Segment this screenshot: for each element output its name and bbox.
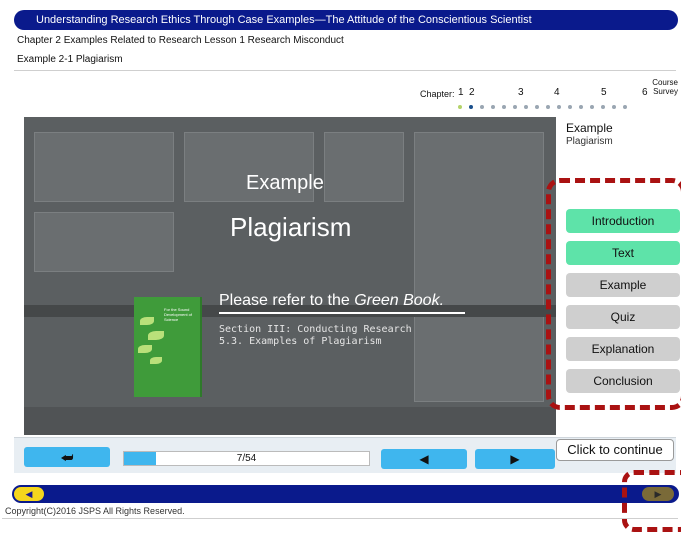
chapter-progress-dot (557, 105, 561, 109)
chapter-progress-dots (458, 105, 627, 109)
refer-text: Please refer to the Green Book. (219, 292, 465, 314)
chapter-progress-dot (491, 105, 495, 109)
chapter-link-6[interactable]: 6 (642, 87, 648, 98)
bg-cabinet (414, 132, 544, 402)
chapter-progress-dot (579, 105, 583, 109)
section-reference: Section III: Conducting Research 5.3. Ex… (219, 324, 412, 348)
click-to-continue-tooltip: Click to continue (556, 439, 674, 461)
leaf-icon (150, 357, 162, 364)
chapter-progress-dot (535, 105, 539, 109)
chapter-progress-dot (568, 105, 572, 109)
header-divider (14, 70, 676, 71)
bg-cabinet (34, 212, 174, 272)
return-arrow-icon: ⮨ (60, 449, 74, 465)
chapter-link-4[interactable]: 4 (554, 87, 560, 98)
page: Understanding Research Ethics Through Ca… (0, 0, 681, 537)
slide-progress-bar: 7/54 (123, 451, 370, 466)
chapter-progress-dot (513, 105, 517, 109)
green-book-cover-image: For the Sound Development of Science (134, 297, 202, 397)
triangle-left-icon: ◀ (419, 452, 429, 466)
side-label-subtitle: Plagiarism (566, 136, 613, 147)
chapter-progress-dot (502, 105, 506, 109)
book-cover-title: For the Sound Development of Science (164, 307, 193, 322)
chapter-link-5[interactable]: 5 (601, 87, 607, 98)
previous-slide-button[interactable]: ◀ (381, 449, 467, 469)
slide-area: Example Plagiarism For the Sound Develop… (24, 117, 556, 435)
progress-text: 7/54 (236, 453, 257, 464)
chapter-navigator: Chapter: 1 2 3 4 5 6 Course Survey (420, 78, 678, 114)
footer-divider (2, 518, 678, 519)
triangle-right-icon: ▶ (510, 452, 520, 466)
chapter-progress-dot (458, 105, 462, 109)
example-breadcrumb: Example 2-1 Plagiarism (17, 54, 123, 65)
refer-book-name: Green Book. (354, 292, 445, 309)
leaf-icon (140, 317, 154, 325)
section-line-1: Section III: Conducting Research (219, 324, 412, 335)
chapter-progress-dot (623, 105, 627, 109)
leaf-icon (148, 331, 164, 340)
chapter-link-3[interactable]: 3 (518, 87, 524, 98)
leaf-icon (138, 345, 152, 353)
next-slide-button[interactable]: ▶ (475, 449, 555, 469)
chapter-progress-dot (612, 105, 616, 109)
section-line-2: 5.3. Examples of Plagiarism (219, 336, 382, 347)
refer-prefix: Please refer to the (219, 292, 355, 309)
triangle-left-icon: ◀ (25, 489, 33, 499)
side-label-title: Example (566, 121, 613, 135)
page-nav-strip (12, 485, 679, 503)
course-title: Understanding Research Ethics Through Ca… (36, 14, 532, 26)
highlight-frame-menu (546, 178, 681, 410)
chapter-progress-dot (590, 105, 594, 109)
bg-cabinet (34, 132, 174, 202)
chapter-breadcrumb: Chapter 2 Examples Related to Research L… (17, 35, 344, 46)
copyright-text: Copyright(C)2016 JSPS All Rights Reserve… (5, 506, 185, 516)
return-button[interactable]: ⮨ (24, 447, 110, 467)
chapter-progress-dot (546, 105, 550, 109)
chapter-progress-dot (480, 105, 484, 109)
chapter-progress-dot (524, 105, 528, 109)
highlight-frame-next (622, 470, 681, 532)
slide-title: Plagiarism (230, 212, 352, 242)
chapter-progress-dot (601, 105, 605, 109)
course-title-bar: Understanding Research Ethics Through Ca… (14, 10, 678, 30)
chapter-link-2[interactable]: 2 (469, 87, 475, 98)
bg-floor (24, 407, 556, 435)
chapter-link-1[interactable]: 1 (458, 87, 464, 98)
slide-heading: Example (246, 172, 324, 194)
bg-cabinet (324, 132, 404, 202)
previous-page-button[interactable]: ◀ (14, 487, 44, 501)
chapter-nav-label: Chapter: (420, 89, 455, 99)
chapter-progress-dot (469, 105, 473, 109)
course-survey-link[interactable]: Course Survey (649, 78, 678, 96)
